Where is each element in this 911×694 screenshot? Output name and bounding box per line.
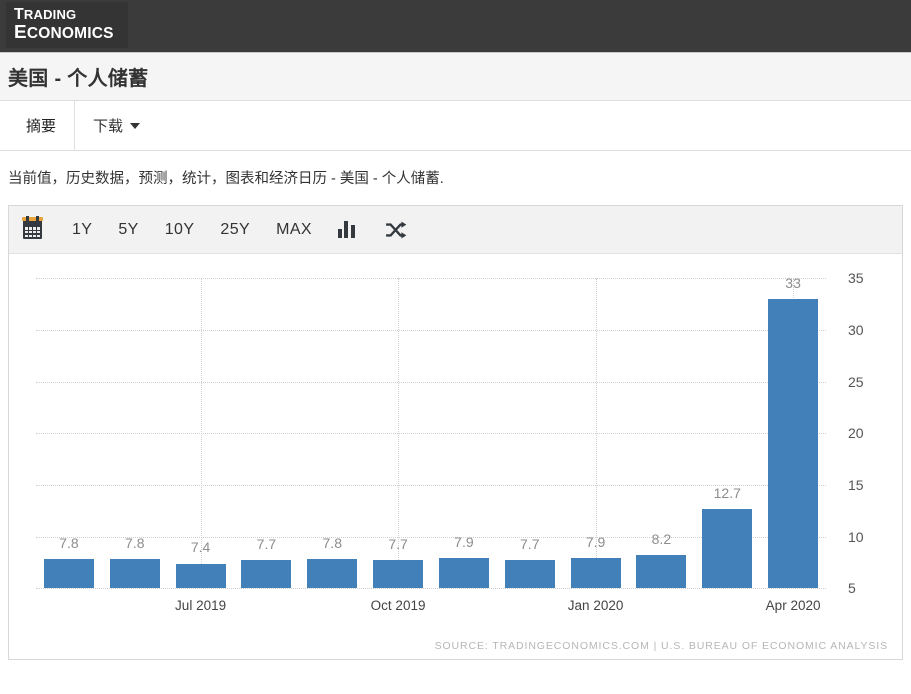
chart-bar[interactable] [307, 559, 358, 589]
chart-bar[interactable] [43, 559, 94, 589]
bar-value-label: 7.7 [256, 536, 277, 553]
y-axis-tick: 15 [848, 476, 864, 493]
y-axis-tick: 5 [848, 580, 856, 597]
y-gridline [36, 381, 826, 383]
tab-summary-label: 摘要 [26, 118, 57, 135]
chevron-down-icon [130, 122, 141, 129]
tab-download[interactable]: 下载 [75, 101, 159, 150]
chart-bar[interactable] [175, 563, 226, 589]
bar-value-label: 7.7 [520, 536, 540, 553]
bar-value-label: 7.7 [388, 536, 408, 553]
x-axis-tick: Oct 2019 [370, 598, 426, 614]
x-axis-tick: Jul 2019 [175, 598, 227, 614]
chart-bar[interactable] [109, 559, 160, 589]
chart-source-text: SOURCE: TRADINGECONOMICS.COM | U.S. BURE… [434, 640, 888, 653]
bar-value-label: 7.8 [125, 535, 145, 552]
range-5y[interactable]: 5Y [118, 221, 138, 239]
chart-bar[interactable] [702, 508, 753, 589]
y-gridline [36, 433, 826, 435]
chart-panel: 1Y 5Y 10Y 25Y MAX 5 10 15 20 25 30 35 Jul 2019 O… [8, 205, 903, 661]
y-gridline [36, 588, 826, 590]
bar-value-label: 7.8 [322, 535, 342, 552]
range-max[interactable]: MAX [276, 221, 312, 239]
chart-plot-area[interactable]: 5 10 15 20 25 30 35 Jul 2019 Oct 2019 Jan 2020 Apr… [9, 254, 902, 660]
y-axis-tick: 10 [848, 528, 864, 545]
trading-economics-logo[interactable]: TRADING ECONOMICS [6, 2, 128, 48]
plot-canvas: 5 10 15 20 25 30 35 Jul 2019 Oct 2019 Jan 2020 Apr… [36, 270, 864, 613]
chart-bar[interactable] [636, 555, 687, 589]
chart-bar[interactable] [241, 560, 292, 589]
chart-bar[interactable] [768, 298, 819, 589]
range-10y[interactable]: 10Y [165, 221, 195, 239]
page-description: 当前值，历史数据，预测，统计，图表和经济日历 - 美国 - 个人储蓄. [8, 171, 444, 187]
bar-value-label: 7.9 [454, 534, 474, 551]
y-gridline [36, 484, 826, 486]
bar-value-label: 33 [785, 274, 801, 291]
page-title-bar: 美国 - 个人储蓄 [0, 53, 911, 101]
tab-download-label: 下载 [93, 118, 124, 135]
chart-bar[interactable] [373, 560, 424, 589]
page-title: 美国 - 个人储蓄 [8, 68, 149, 90]
y-gridline [36, 329, 826, 331]
range-1y[interactable]: 1Y [72, 221, 92, 239]
y-axis-tick: 25 [848, 373, 864, 390]
bar-chart-icon[interactable] [337, 221, 355, 239]
x-axis-tick: Jan 2020 [567, 598, 624, 614]
chart-bar[interactable] [438, 558, 489, 589]
chart-bar[interactable] [504, 560, 555, 589]
chart-bar[interactable] [570, 558, 621, 589]
y-gridline [36, 278, 826, 280]
bar-value-label: 7.9 [585, 534, 606, 551]
bar-value-label: 8.2 [651, 531, 672, 548]
bar-value-label: 12.7 [713, 484, 741, 501]
tab-summary[interactable]: 摘要 [8, 101, 76, 150]
bar-value-label: 7.4 [190, 539, 211, 556]
y-axis-tick: 30 [848, 321, 864, 338]
shuffle-icon[interactable] [385, 221, 407, 239]
logo-line-economics: ECONOMICS [14, 22, 114, 44]
tab-bar: 摘要 下载 [0, 101, 911, 151]
y-axis-tick: 35 [848, 270, 864, 287]
range-25y[interactable]: 25Y [220, 221, 250, 239]
calendar-icon[interactable] [22, 216, 43, 240]
x-axis-tick: Apr 2020 [765, 598, 821, 614]
chart-toolbar: 1Y 5Y 10Y 25Y MAX [9, 206, 902, 255]
bar-value-label: 7.8 [59, 535, 79, 552]
y-axis-tick: 20 [848, 425, 864, 442]
site-header: TRADING ECONOMICS [0, 0, 911, 53]
logo-line-trading: TRADING [14, 6, 77, 24]
